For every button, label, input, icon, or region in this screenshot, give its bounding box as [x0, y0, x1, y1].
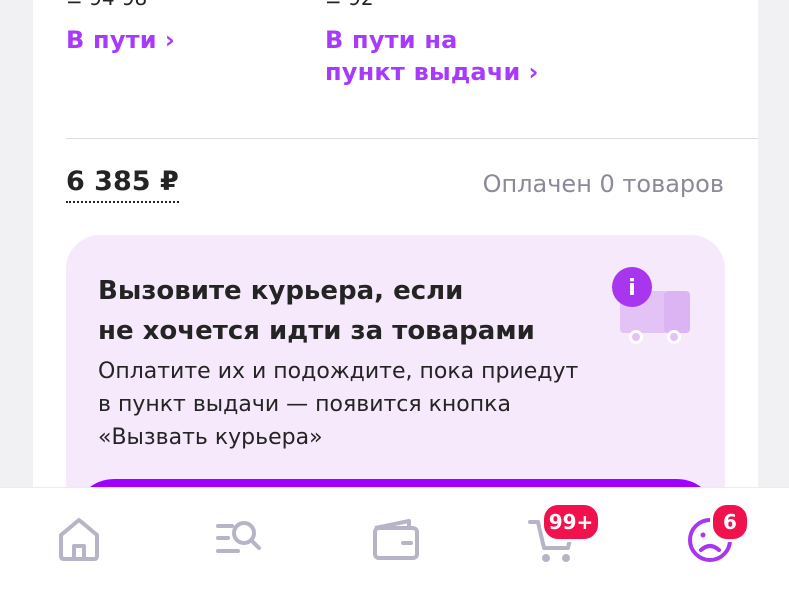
catalog-search-icon	[216, 521, 261, 553]
bottom-tab-bar: 99+ 6	[0, 487, 789, 601]
order-status-label: пункт выдачи	[325, 58, 521, 86]
order-total-price[interactable]: 6 385 ₽	[66, 165, 179, 203]
promo-title-line: не хочется идти за товарами	[98, 316, 535, 346]
chevron-right-icon: ›	[164, 26, 175, 54]
delivery-truck-info-icon: i	[612, 267, 696, 349]
home-icon	[59, 518, 99, 561]
promo-text-line: Оплатите их и подождите, пока приедут	[98, 359, 579, 384]
tab-wallet[interactable]	[365, 508, 425, 568]
size-label: ≡ 94-98	[66, 0, 147, 10]
tab-home[interactable]	[49, 508, 109, 568]
order-status-in-transit[interactable]: В пути ›	[66, 24, 175, 56]
paid-items-info: Оплачен 0 товаров	[482, 170, 724, 198]
divider	[66, 138, 758, 139]
wallet-icon	[373, 519, 419, 560]
chevron-right-icon: ›	[528, 58, 539, 86]
order-status-label: В пути на	[325, 26, 458, 54]
size-label: ≡ 92	[325, 0, 374, 10]
promo-text-line: «Вызвать курьера»	[98, 425, 323, 450]
cart-badge: 99+	[541, 502, 601, 542]
promo-description: Оплатите их и подождите, пока приедут в …	[98, 355, 618, 454]
promo-title: Вызовите курьера, если не хочется идти з…	[98, 271, 558, 351]
order-status-to-pickup[interactable]: В пути на пункт выдачи ›	[325, 24, 539, 88]
profile-badge: 6	[710, 502, 750, 542]
info-glyph: i	[628, 276, 636, 301]
promo-text-line: в пункт выдачи — появится кнопка	[98, 392, 511, 417]
order-status-label: В пути	[66, 26, 157, 54]
promo-title-line: Вызовите курьера, если	[98, 276, 464, 306]
tab-catalog[interactable]	[208, 508, 268, 568]
